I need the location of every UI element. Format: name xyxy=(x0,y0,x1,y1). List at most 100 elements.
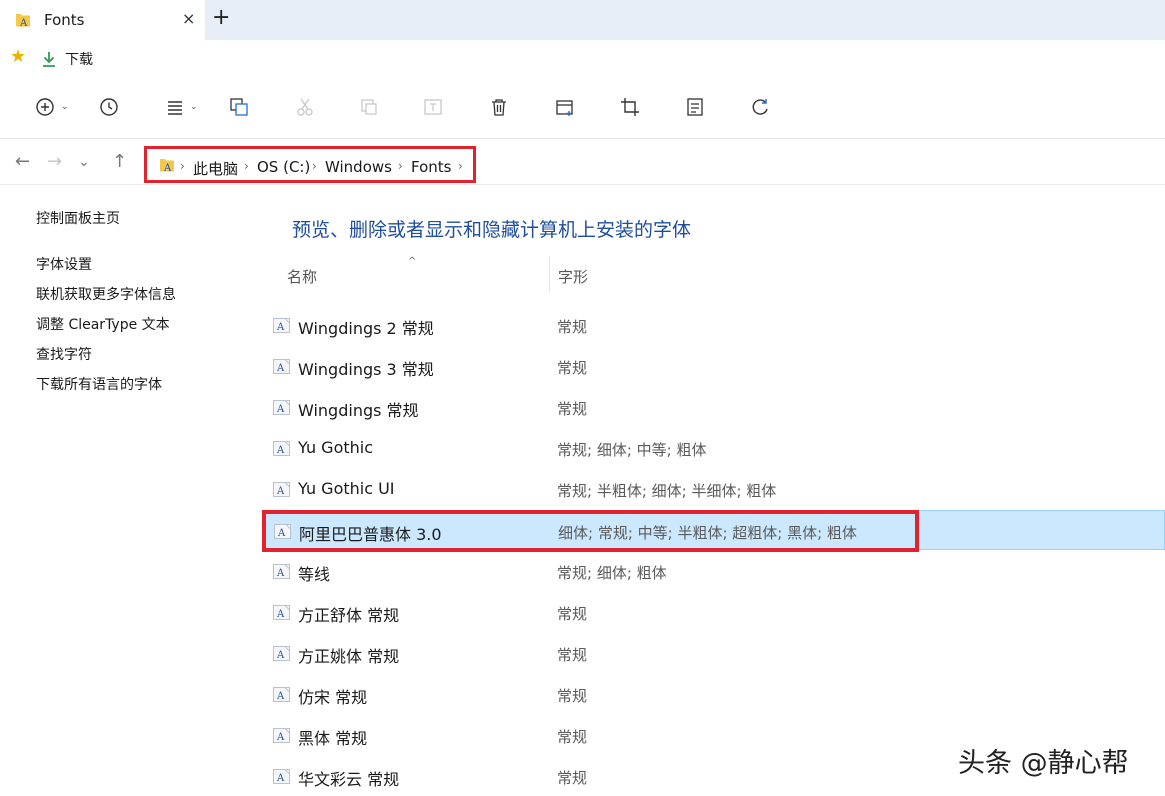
column-header-style[interactable]: 字形 xyxy=(558,266,588,287)
layout-icon[interactable] xyxy=(554,96,578,120)
new-icon[interactable] xyxy=(34,96,58,120)
address-row: ← → ⌄ ↑ A › 此电脑 › OS (C:) › Windows › Fo… xyxy=(0,139,1165,185)
breadcrumb-separator-icon[interactable]: › xyxy=(244,159,249,173)
font-row[interactable]: A Yu Gothic UI 常规; 半粗体; 细体; 半细体; 粗体 xyxy=(265,469,1165,509)
font-file-icon: A xyxy=(273,482,290,501)
command-toolbar: ⌄ ⌄ xyxy=(0,78,1165,139)
paste-icon[interactable] xyxy=(358,96,382,120)
left-task-pane: 控制面板主页 字体设置 联机获取更多字体信息 调整 ClearType 文本 查… xyxy=(0,185,260,796)
rename-icon[interactable] xyxy=(422,96,446,120)
download-all-language-fonts-link[interactable]: 下载所有语言的字体 xyxy=(36,374,162,394)
font-row[interactable]: A 仿宋 常规 常规 xyxy=(265,674,1165,714)
breadcrumb-fonts[interactable]: Fonts xyxy=(411,158,451,176)
download-icon xyxy=(40,50,58,72)
find-character-link[interactable]: 查找字符 xyxy=(36,344,92,364)
font-styles: 常规; 细体; 中等; 粗体 xyxy=(557,441,707,459)
breadcrumb-os-c[interactable]: OS (C:) xyxy=(257,158,310,176)
font-styles: 常规 xyxy=(557,687,588,705)
page-title: 预览、删除或者显示和隐藏计算机上安装的字体 xyxy=(292,219,692,241)
svg-text:A: A xyxy=(276,691,285,702)
svg-text:A: A xyxy=(276,568,285,579)
svg-text:A: A xyxy=(163,163,172,174)
tab-fonts[interactable]: A Fonts × xyxy=(0,0,205,40)
font-file-icon: A xyxy=(273,646,290,665)
properties-icon[interactable] xyxy=(684,96,708,120)
sort-ascending-icon: ^ xyxy=(408,256,417,267)
recent-locations-chevron-icon[interactable]: ⌄ xyxy=(78,154,90,170)
column-header-name[interactable]: 名称 xyxy=(287,266,317,287)
column-divider[interactable] xyxy=(549,256,550,292)
recent-icon[interactable] xyxy=(98,96,122,120)
font-name: Yu Gothic UI xyxy=(298,479,395,498)
font-name: Yu Gothic xyxy=(298,438,374,457)
svg-text:A: A xyxy=(276,404,285,415)
font-row[interactable]: A Wingdings 2 常规 常规 xyxy=(265,305,1165,345)
font-row[interactable]: A 方正舒体 常规 常规 xyxy=(265,592,1165,632)
breadcrumb-separator-icon[interactable]: › xyxy=(180,159,185,173)
forward-icon[interactable]: → xyxy=(47,151,62,172)
svg-text:A: A xyxy=(276,609,285,620)
font-row[interactable]: A Wingdings 3 常规 常规 xyxy=(265,346,1165,386)
refresh-icon[interactable] xyxy=(749,96,773,120)
font-name: Wingdings 常规 xyxy=(298,401,419,420)
font-row[interactable]: A 等线 常规; 细体; 粗体 xyxy=(265,551,1165,591)
view-chevron-icon[interactable]: ⌄ xyxy=(190,102,198,112)
font-file-icon: A xyxy=(273,318,290,337)
font-name: 方正舒体 常规 xyxy=(298,606,400,625)
new-tab-icon[interactable]: + xyxy=(212,5,230,30)
svg-text:A: A xyxy=(276,650,285,661)
star-icon[interactable]: ★ xyxy=(10,46,26,67)
view-icon[interactable] xyxy=(164,96,188,120)
font-styles: 常规 xyxy=(557,318,588,336)
font-file-icon: A xyxy=(273,441,290,460)
font-row[interactable]: A Yu Gothic 常规; 细体; 中等; 粗体 xyxy=(265,428,1165,468)
font-name: Wingdings 3 常规 xyxy=(298,360,434,379)
favorite-download-link[interactable]: 下载 xyxy=(65,49,93,69)
breadcrumb-separator-icon[interactable]: › xyxy=(312,159,317,173)
font-styles: 常规; 半粗体; 细体; 半细体; 粗体 xyxy=(557,482,777,500)
font-styles: 常规 xyxy=(557,728,588,746)
watermark: 头条 @静心帮 xyxy=(958,748,1129,779)
delete-icon[interactable] xyxy=(488,96,512,120)
font-styles: 常规 xyxy=(557,400,588,418)
svg-text:A: A xyxy=(276,732,285,743)
font-settings-link[interactable]: 字体设置 xyxy=(36,254,92,274)
font-row[interactable]: A 方正姚体 常规 常规 xyxy=(265,633,1165,673)
svg-text:A: A xyxy=(276,363,285,374)
font-styles: 常规 xyxy=(557,359,588,377)
breadcrumb-separator-icon[interactable]: › xyxy=(458,159,463,173)
new-chevron-icon[interactable]: ⌄ xyxy=(61,102,69,112)
font-styles: 常规 xyxy=(557,769,588,787)
adjust-cleartype-link[interactable]: 调整 ClearType 文本 xyxy=(36,314,170,334)
breadcrumb-separator-icon[interactable]: › xyxy=(398,159,403,173)
control-panel-home-link[interactable]: 控制面板主页 xyxy=(36,208,120,228)
svg-text:A: A xyxy=(276,773,285,784)
font-styles: 常规 xyxy=(557,646,588,664)
get-font-info-online-link[interactable]: 联机获取更多字体信息 xyxy=(36,284,176,304)
annotation-highlight-box xyxy=(262,510,919,552)
cut-icon[interactable] xyxy=(294,96,318,120)
tab-close-icon[interactable]: × xyxy=(182,9,195,28)
breadcrumb-this-pc[interactable]: 此电脑 xyxy=(193,158,238,179)
svg-text:A: A xyxy=(276,486,285,497)
back-icon[interactable]: ← xyxy=(15,151,30,172)
font-file-icon: A xyxy=(273,564,290,583)
font-name: Wingdings 2 常规 xyxy=(298,319,434,338)
fonts-folder-icon: A xyxy=(14,11,32,33)
up-icon[interactable]: ↑ xyxy=(112,151,127,172)
font-file-icon: A xyxy=(273,400,290,419)
favorites-bar: ★ 下载 xyxy=(0,40,1165,79)
font-file-icon: A xyxy=(273,605,290,624)
svg-text:A: A xyxy=(276,322,285,333)
font-name: 华文彩云 常规 xyxy=(298,770,400,789)
svg-text:A: A xyxy=(19,18,28,29)
copy-icon[interactable] xyxy=(228,96,252,120)
svg-text:A: A xyxy=(276,445,285,456)
crop-icon[interactable] xyxy=(619,96,643,120)
title-bar: A Fonts × + xyxy=(0,0,1165,40)
font-row[interactable]: A Wingdings 常规 常规 xyxy=(265,387,1165,427)
font-file-icon: A xyxy=(273,728,290,747)
address-bar[interactable]: A › 此电脑 › OS (C:) › Windows › Fonts › xyxy=(144,146,476,183)
font-name: 方正姚体 常规 xyxy=(298,647,400,666)
breadcrumb-windows[interactable]: Windows xyxy=(325,158,392,176)
